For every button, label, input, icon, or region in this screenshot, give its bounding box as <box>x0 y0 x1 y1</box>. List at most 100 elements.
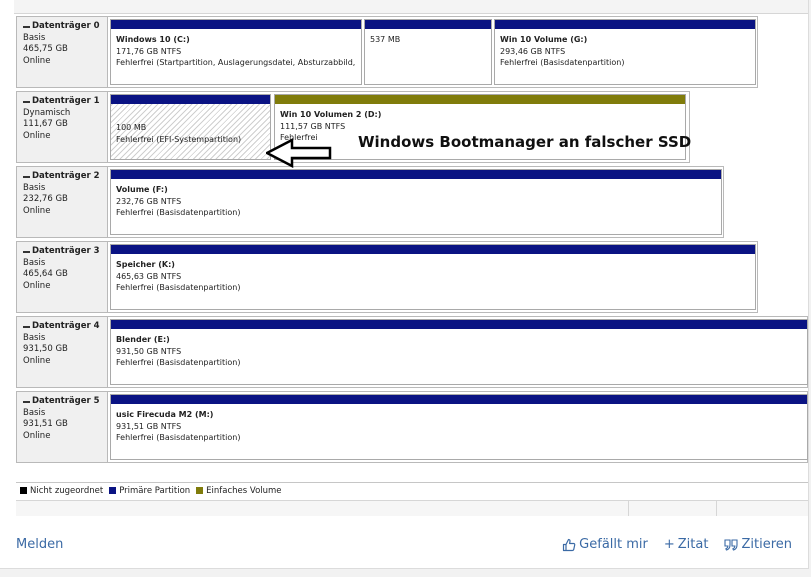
disk-type: Basis <box>23 257 46 268</box>
partition-size: 232,76 GB NTFS <box>116 196 182 206</box>
disk-partition-area: usic Firecuda M2 (M:) 931,51 GB NTFS Feh… <box>108 391 808 463</box>
annotation-arrow-icon <box>266 138 332 168</box>
disk-name: Datenträger 3 <box>32 246 100 256</box>
disk-icon <box>23 400 30 403</box>
like-button[interactable]: Gefällt mir <box>562 537 648 552</box>
partition-size: 293,46 GB NTFS <box>500 46 566 56</box>
disk-partition-area: Volume (F:) 232,76 GB NTFS Fehlerfrei (B… <box>108 166 724 238</box>
legend: Nicht zugeordnet Primäre Partition Einfa… <box>16 482 808 498</box>
partition-bar <box>365 20 491 29</box>
partition-bar <box>111 395 807 404</box>
legend-item-primary: Primäre Partition <box>109 486 190 496</box>
partition-status: Fehlerfrei (Startpartition, Auslagerungs… <box>116 58 358 67</box>
disk-size: 931,51 GB <box>23 419 68 429</box>
quote-icon <box>724 538 739 551</box>
partition-efi[interactable]: 100 MB Fehlerfrei (EFI-Systempartition) <box>110 94 271 160</box>
disk-label[interactable]: Datenträger 3 Basis 465,64 GB Online <box>16 241 108 313</box>
partition-bar <box>111 95 270 104</box>
partition-title: Blender (E:) <box>116 335 170 344</box>
disk-status: Online <box>23 355 51 366</box>
report-link[interactable]: Melden <box>16 537 63 552</box>
scrolled-list-remnant <box>14 0 808 14</box>
disk-icon <box>23 175 30 178</box>
disk-icon <box>23 100 30 103</box>
partition-size: 931,50 GB NTFS <box>116 346 182 356</box>
disk-partition-area: Speicher (K:) 465,63 GB NTFS Fehlerfrei … <box>108 241 758 313</box>
partition-size: 931,51 GB NTFS <box>116 421 182 431</box>
disk-type: Basis <box>23 182 46 193</box>
partition-title: Volume (F:) <box>116 185 168 194</box>
disk-icon <box>23 25 30 28</box>
disk-label[interactable]: Datenträger 0 Basis 465,75 GB Online <box>16 16 108 88</box>
partition-title: Win 10 Volumen 2 (D:) <box>280 110 382 119</box>
partition-bar <box>275 95 685 104</box>
partition-k[interactable]: Speicher (K:) 465,63 GB NTFS Fehlerfrei … <box>110 244 756 310</box>
post-actions: Gefällt mir + Zitat Zitieren <box>546 537 792 552</box>
legend-item-simple-volume: Einfaches Volume <box>196 486 282 496</box>
quote-button[interactable]: Zitieren <box>724 537 792 552</box>
forum-post-card: Datenträger 0 Basis 465,75 GB Online Win… <box>0 0 809 569</box>
legend-label: Nicht zugeordnet <box>30 485 104 496</box>
partition-status: Fehlerfrei (Basisdatenpartition) <box>116 208 241 217</box>
partition-status: Fehlerfrei (Basisdatenpartition) <box>500 58 625 67</box>
disk-size: 465,75 GB <box>23 44 68 54</box>
legend-label: Primäre Partition <box>119 485 191 496</box>
partition-m[interactable]: usic Firecuda M2 (M:) 931,51 GB NTFS Feh… <box>110 394 808 460</box>
partition-title: Speicher (K:) <box>116 260 175 269</box>
partition-bar <box>111 245 755 254</box>
partition-e[interactable]: Blender (E:) 931,50 GB NTFS Fehlerfrei (… <box>110 319 808 385</box>
partition-status: Fehlerfrei (Basisdatenpartition) <box>116 433 241 442</box>
disk-management-screenshot: Datenträger 0 Basis 465,75 GB Online Win… <box>14 0 808 516</box>
disk-label[interactable]: Datenträger 5 Basis 931,51 GB Online <box>16 391 108 463</box>
disk-label[interactable]: Datenträger 4 Basis 931,50 GB Online <box>16 316 108 388</box>
disk-name: Datenträger 5 <box>32 396 100 406</box>
partition-status: Fehlerfrei (EFI-Systempartition) <box>116 134 242 144</box>
partition-status: Fehlerfrei (Basisdatenpartition) <box>116 358 241 367</box>
legend-swatch <box>109 487 117 494</box>
disk-name: Datenträger 1 <box>32 96 100 106</box>
disk-type: Dynamisch <box>23 107 71 118</box>
thumbs-up-icon <box>563 538 576 551</box>
disk-name: Datenträger 4 <box>32 321 100 331</box>
disk-status: Online <box>23 55 51 66</box>
partition-c[interactable]: Windows 10 (C:) 171,76 GB NTFS Fehlerfre… <box>110 19 362 85</box>
disk-size: 232,76 GB <box>23 194 68 204</box>
partition-size: 465,63 GB NTFS <box>116 271 182 281</box>
plus-icon: + <box>663 537 675 552</box>
partition-size: 537 MB <box>370 35 401 44</box>
partition-bar <box>111 170 721 179</box>
annotation-text: Windows Bootmanager an falscher SSD <box>358 133 692 151</box>
partition-title: Win 10 Volume (G:) <box>500 35 588 44</box>
disk-type: Basis <box>23 32 46 43</box>
disk-status: Online <box>23 205 51 216</box>
disk-type: Basis <box>23 332 46 343</box>
disk-label[interactable]: Datenträger 2 Basis 232,76 GB Online <box>16 166 108 238</box>
partition-f[interactable]: Volume (F:) 232,76 GB NTFS Fehlerfrei (B… <box>110 169 722 235</box>
partition-bar <box>111 320 807 329</box>
partition-size: 171,76 GB NTFS <box>116 46 182 56</box>
status-bar-divider <box>716 501 717 516</box>
partition-bar <box>111 20 361 29</box>
quote-label: Zitieren <box>741 537 792 552</box>
disk-size: 111,67 GB <box>23 119 68 129</box>
partition-title: usic Firecuda M2 (M:) <box>116 410 214 419</box>
disk-label[interactable]: Datenträger 1 Dynamisch 111,67 GB Online <box>16 91 108 163</box>
partition-recovery[interactable]: 537 MB <box>364 19 492 85</box>
disk-name: Datenträger 0 <box>32 21 100 31</box>
quote-plus-button[interactable]: + Zitat <box>664 537 709 552</box>
partition-g[interactable]: Win 10 Volume (G:) 293,46 GB NTFS Fehler… <box>494 19 756 85</box>
disk-status: Online <box>23 280 51 291</box>
disk-partition-area: Blender (E:) 931,50 GB NTFS Fehlerfrei (… <box>108 316 808 388</box>
legend-swatch <box>196 487 204 494</box>
partition-size: 100 MB <box>116 123 147 132</box>
disk-icon <box>23 325 30 328</box>
like-label: Gefällt mir <box>579 537 648 552</box>
status-bar <box>16 500 808 516</box>
post-footer: Melden Gefällt mir + Zitat Zitieren <box>0 528 808 560</box>
partition-size: 111,57 GB NTFS <box>280 121 346 131</box>
disk-status: Online <box>23 430 51 441</box>
disk-partition-area: Windows 10 (C:) 171,76 GB NTFS Fehlerfre… <box>108 16 758 88</box>
disk-type: Basis <box>23 407 46 418</box>
disk-size: 465,64 GB <box>23 269 68 279</box>
disk-name: Datenträger 2 <box>32 171 100 181</box>
